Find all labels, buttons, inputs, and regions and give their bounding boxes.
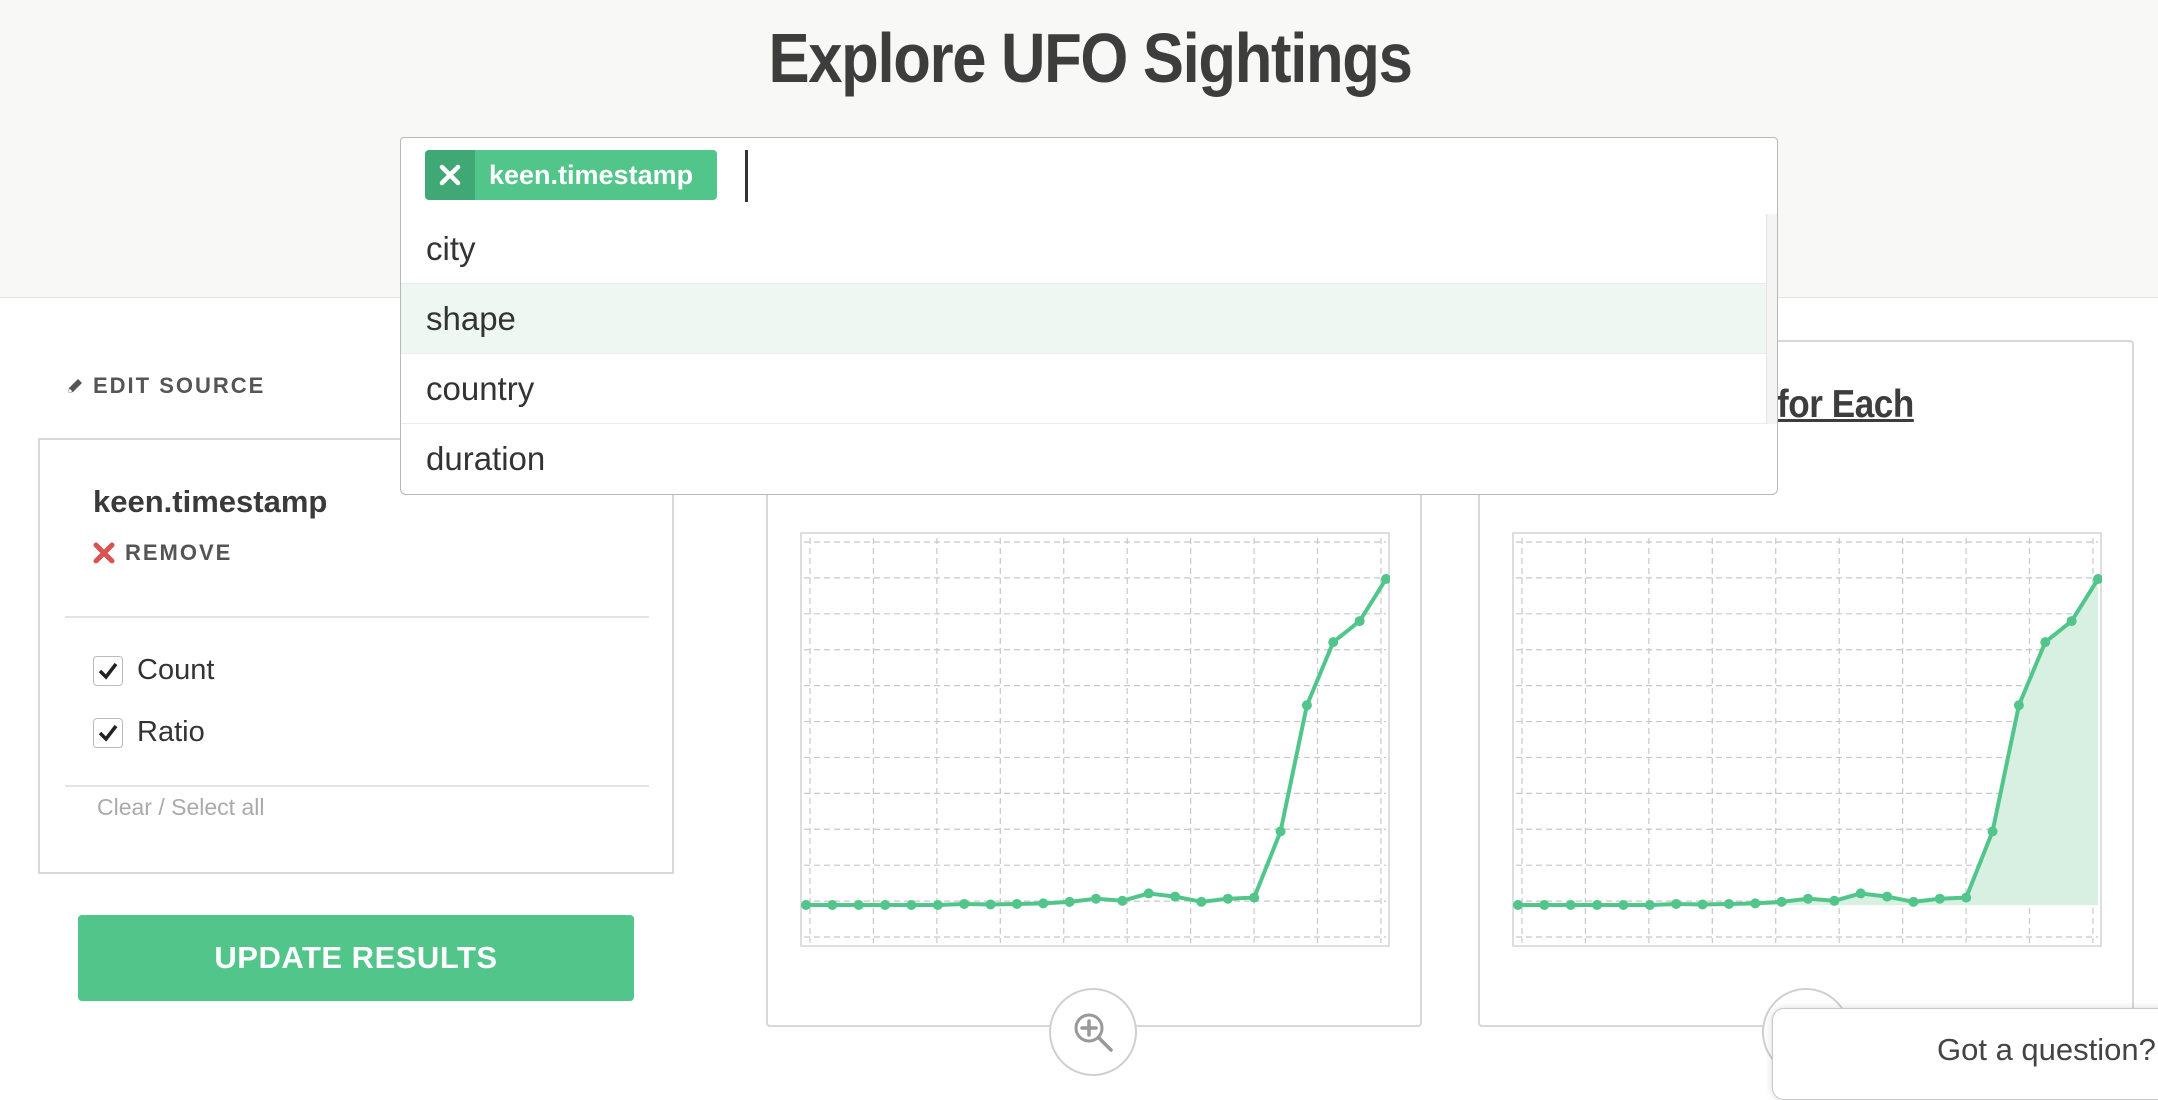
count-line-chart (800, 532, 1390, 947)
property-filter-input[interactable]: keen.timestamp (400, 137, 1778, 215)
ratio-area-chart (1512, 532, 2102, 947)
data-point (2040, 637, 2051, 648)
text-caret (745, 150, 748, 202)
edit-source-link[interactable]: EDIT SOURCE (65, 373, 265, 399)
data-point (1750, 898, 1761, 909)
remove-property-link[interactable]: REMOVE (93, 540, 232, 566)
token-label: keen.timestamp (475, 150, 718, 200)
data-point (1644, 900, 1655, 910)
dropdown-option-shape[interactable]: shape (401, 284, 1767, 354)
data-point (1539, 900, 1550, 910)
chart-card-title[interactable]: for Each (1777, 383, 1914, 427)
dropdown-option-duration[interactable]: duration (401, 424, 1777, 494)
data-point (801, 900, 811, 910)
pencil-icon (68, 379, 82, 393)
data-point (1196, 896, 1207, 907)
checkmark-icon (98, 662, 118, 680)
data-point (1117, 895, 1128, 906)
edit-source-label: EDIT SOURCE (93, 373, 266, 398)
data-point (1011, 898, 1022, 909)
data-point (1513, 900, 1523, 910)
metric-count-checkbox[interactable]: Count (93, 654, 214, 687)
property-dropdown: city shape country duration (400, 214, 1778, 495)
data-point (1275, 826, 1286, 837)
remove-icon (93, 542, 115, 564)
page-title: Explore UFO Sightings (768, 19, 1412, 97)
update-results-button[interactable]: UPDATE RESULTS (78, 915, 634, 1001)
close-icon (439, 164, 461, 186)
data-point (1592, 900, 1603, 910)
data-point (1961, 892, 1972, 903)
remove-label: REMOVE (125, 540, 233, 565)
data-point (1855, 888, 1866, 899)
data-point (1882, 891, 1893, 902)
data-point (1829, 895, 1840, 906)
data-point (1671, 898, 1682, 909)
checkbox[interactable] (93, 717, 123, 748)
dropdown-option-country[interactable]: country (401, 354, 1767, 424)
data-point (1723, 898, 1734, 909)
data-point (1354, 616, 1365, 627)
data-point (1064, 896, 1075, 907)
property-name: keen.timestamp (93, 484, 328, 519)
data-point (2066, 616, 2077, 627)
clear-select-all-link[interactable]: Clear / Select all (97, 794, 264, 821)
data-point (853, 900, 864, 910)
zoom-in-icon (1074, 1013, 1113, 1052)
property-panel: keen.timestamp REMOVE Count Ratio Clear … (38, 438, 674, 874)
divider (65, 616, 649, 618)
data-point (932, 900, 943, 910)
data-point (985, 899, 996, 910)
data-point (1301, 700, 1312, 711)
metric-ratio-checkbox[interactable]: Ratio (93, 716, 205, 749)
help-chat-label[interactable]: Got a question? (1937, 1032, 2156, 1068)
data-point (1934, 893, 1945, 904)
token-remove-button[interactable] (425, 150, 475, 200)
data-point (959, 898, 970, 909)
data-point (2013, 700, 2024, 711)
dropdown-option-city[interactable]: city (401, 214, 1767, 284)
data-point (1565, 900, 1576, 910)
data-point (1803, 893, 1813, 904)
checkbox[interactable] (93, 655, 123, 686)
data-point (1697, 899, 1708, 910)
zoom-button[interactable] (1049, 988, 1137, 1076)
data-point (1776, 896, 1787, 907)
data-point (1170, 891, 1181, 902)
divider (65, 785, 649, 787)
data-point (1091, 893, 1101, 904)
metric-ratio-label: Ratio (137, 716, 205, 748)
data-point (1249, 892, 1260, 903)
dropdown-scrollbar[interactable] (1766, 214, 1777, 424)
data-point (1908, 896, 1919, 907)
data-point (880, 900, 891, 910)
data-point (1618, 900, 1629, 910)
data-point (827, 900, 838, 910)
data-point (1987, 826, 1998, 837)
data-point (1328, 637, 1339, 648)
property-token: keen.timestamp (425, 150, 718, 200)
checkmark-icon (98, 724, 118, 742)
data-point (1222, 893, 1233, 904)
data-point (1038, 898, 1049, 909)
data-point (906, 900, 917, 910)
data-point (1143, 888, 1154, 899)
metric-count-label: Count (137, 654, 215, 686)
